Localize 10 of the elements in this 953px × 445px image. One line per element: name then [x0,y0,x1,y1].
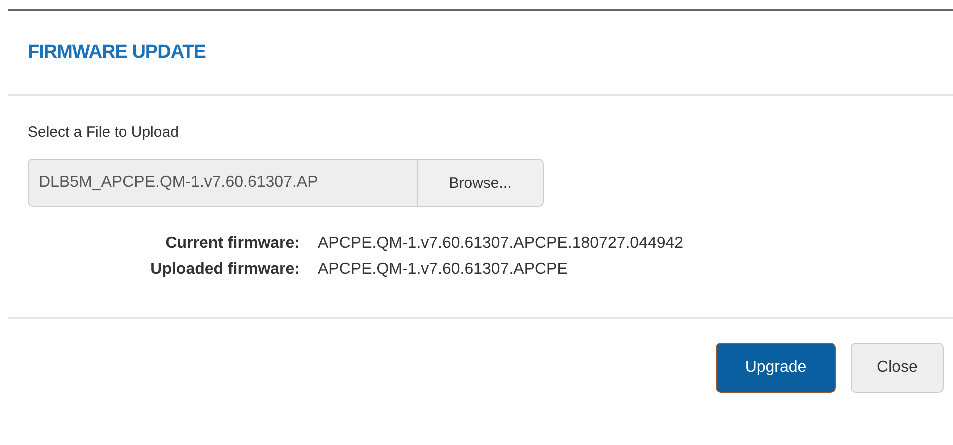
upload-label: Select a File to Upload [28,124,180,141]
upgrade-button[interactable]: Upgrade [716,343,836,393]
info-value: APCPE.QM-1.v7.60.61307.APCPE [318,261,569,279]
info-value: APCPE.QM-1.v7.60.61307.APCPE.180727.044942 [318,235,685,253]
close-button[interactable]: Close [851,343,944,393]
dialog-title: FIRMWARE UPDATE [28,42,206,64]
browse-button[interactable]: Browse... [418,159,544,207]
info-label: Uploaded firmware: [150,261,300,279]
info-label: Current firmware: [164,235,300,253]
file-name-field[interactable]: DLB5M_APCPE.QM-1.v7.60.61307.AP [28,159,418,207]
